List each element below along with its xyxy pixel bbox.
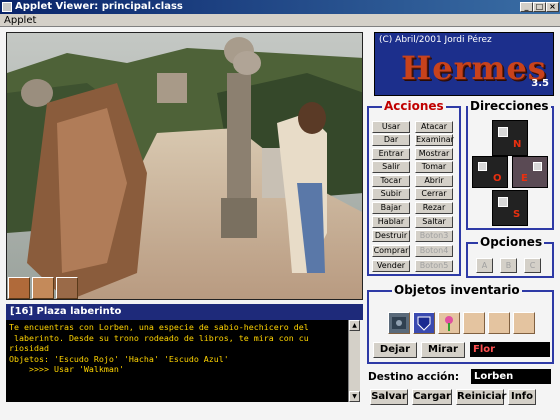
destino-label: Destino acción:	[368, 371, 460, 383]
door-icon	[533, 162, 542, 171]
opciones-title: Opciones	[478, 235, 545, 249]
console-scrollbar[interactable]: ▲ ▼	[348, 320, 360, 402]
direction-west-button[interactable]: O	[472, 156, 508, 188]
direction-south-button[interactable]: S	[492, 190, 528, 226]
salvar-button[interactable]: Salvar	[370, 389, 408, 405]
option-b-button[interactable]: B	[500, 258, 517, 273]
action-button-boton3[interactable]: Boton3	[415, 230, 453, 242]
action-button-atacar[interactable]: Atacar	[415, 121, 453, 133]
reiniciar-button[interactable]: Reiniciar	[456, 389, 507, 405]
dejar-button[interactable]: Dejar	[373, 342, 417, 358]
selected-object-field[interactable]: Flor	[470, 342, 550, 357]
inventory-slot-shield[interactable]	[413, 312, 435, 334]
inventory-slot-empty[interactable]	[463, 312, 485, 334]
action-button-vender[interactable]: Vender	[372, 260, 410, 272]
console-line: Objetos: 'Escudo Rojo' 'Hacha' 'Escudo A…	[9, 353, 229, 364]
logo-version: 3.5	[531, 78, 549, 89]
action-button-salir[interactable]: Salir	[372, 161, 410, 173]
action-button-hablar[interactable]: Hablar	[372, 216, 410, 228]
action-button-entrar[interactable]: Entrar	[372, 148, 410, 160]
option-a-button[interactable]: A	[476, 258, 493, 273]
scene-item-axe[interactable]	[32, 277, 54, 299]
door-icon	[498, 127, 508, 137]
scene-item-shield[interactable]	[8, 277, 30, 299]
action-button-dar[interactable]: Dar	[372, 134, 410, 146]
menu-applet[interactable]: Applet	[4, 14, 36, 27]
action-button-boton4[interactable]: Boton4	[415, 245, 453, 257]
inventory-slot-flower[interactable]	[438, 312, 460, 334]
logo-name: Hermes	[401, 49, 547, 87]
cargar-button[interactable]: Cargar	[412, 389, 452, 405]
inventory-slot-empty[interactable]	[513, 312, 535, 334]
north-label: N	[513, 139, 522, 150]
console-line: laberinto. Desde su trono rodeado de lib…	[9, 332, 309, 343]
action-button-examinar[interactable]: Examinar	[415, 134, 454, 146]
info-button[interactable]: Info	[508, 389, 536, 405]
action-button-bajar[interactable]: Bajar	[372, 202, 410, 214]
action-button-rezar[interactable]: Rezar	[415, 202, 453, 214]
direction-east-button[interactable]: E	[512, 156, 548, 188]
action-button-boton5[interactable]: Boton5	[415, 260, 453, 272]
action-button-subir[interactable]: Subir	[372, 188, 410, 200]
window-title: Applet Viewer: principal.class	[15, 1, 183, 12]
scene-image[interactable]	[6, 32, 363, 300]
action-button-cerrar[interactable]: Cerrar	[415, 188, 453, 200]
inventory-slot-empty[interactable]	[488, 312, 510, 334]
inventory-slot-walkman[interactable]	[388, 312, 410, 334]
console-line: >>>> Usar 'Walkman'	[9, 364, 124, 374]
action-button-usar[interactable]: Usar	[372, 121, 410, 133]
window-titlebar[interactable]: Applet Viewer: principal.class _ □ ×	[0, 0, 560, 14]
action-button-tomar[interactable]: Tomar	[415, 161, 453, 173]
east-label: E	[521, 173, 528, 184]
inventario-title: Objetos inventario	[392, 283, 522, 297]
option-c-button[interactable]: C	[524, 258, 541, 273]
maximize-icon[interactable]: □	[533, 2, 546, 12]
action-button-abrir[interactable]: Abrir	[415, 175, 453, 187]
action-button-mostrar[interactable]: Mostrar	[415, 148, 453, 160]
direction-north-button[interactable]: N	[492, 120, 528, 156]
logo-copyright: (C) Abril/2001 Jordi Pérez	[379, 35, 492, 45]
menubar: Applet	[0, 14, 560, 27]
destino-field[interactable]: Lorben	[471, 369, 551, 384]
action-button-comprar[interactable]: Comprar	[372, 245, 410, 257]
west-label: O	[493, 173, 502, 184]
close-icon[interactable]: ×	[546, 2, 559, 12]
message-console: Te encuentras con Lorben, una especie de…	[6, 320, 348, 402]
door-icon	[478, 162, 487, 171]
direcciones-title: Direcciones	[468, 99, 551, 113]
action-button-tocar[interactable]: Tocar	[372, 175, 410, 187]
minimize-icon[interactable]: _	[520, 2, 533, 12]
scroll-up-icon[interactable]: ▲	[349, 320, 360, 331]
location-title: [16] Plaza laberinto	[6, 304, 363, 320]
scroll-down-icon[interactable]: ▼	[349, 391, 360, 402]
mirar-button[interactable]: Mirar	[421, 342, 465, 358]
acciones-title: Acciones	[382, 99, 446, 113]
action-button-saltar[interactable]: Saltar	[415, 216, 453, 228]
door-icon	[498, 197, 508, 207]
console-line: riosidad	[9, 343, 49, 353]
java-icon	[2, 2, 12, 12]
scene-item-feather[interactable]	[56, 277, 78, 299]
action-button-destruir[interactable]: Destruir	[372, 230, 410, 242]
console-line: Te encuentras con Lorben, una especie de…	[9, 322, 309, 332]
south-label: S	[513, 209, 521, 220]
hermes-logo: (C) Abril/2001 Jordi Pérez Hermes 3.5	[374, 32, 554, 96]
